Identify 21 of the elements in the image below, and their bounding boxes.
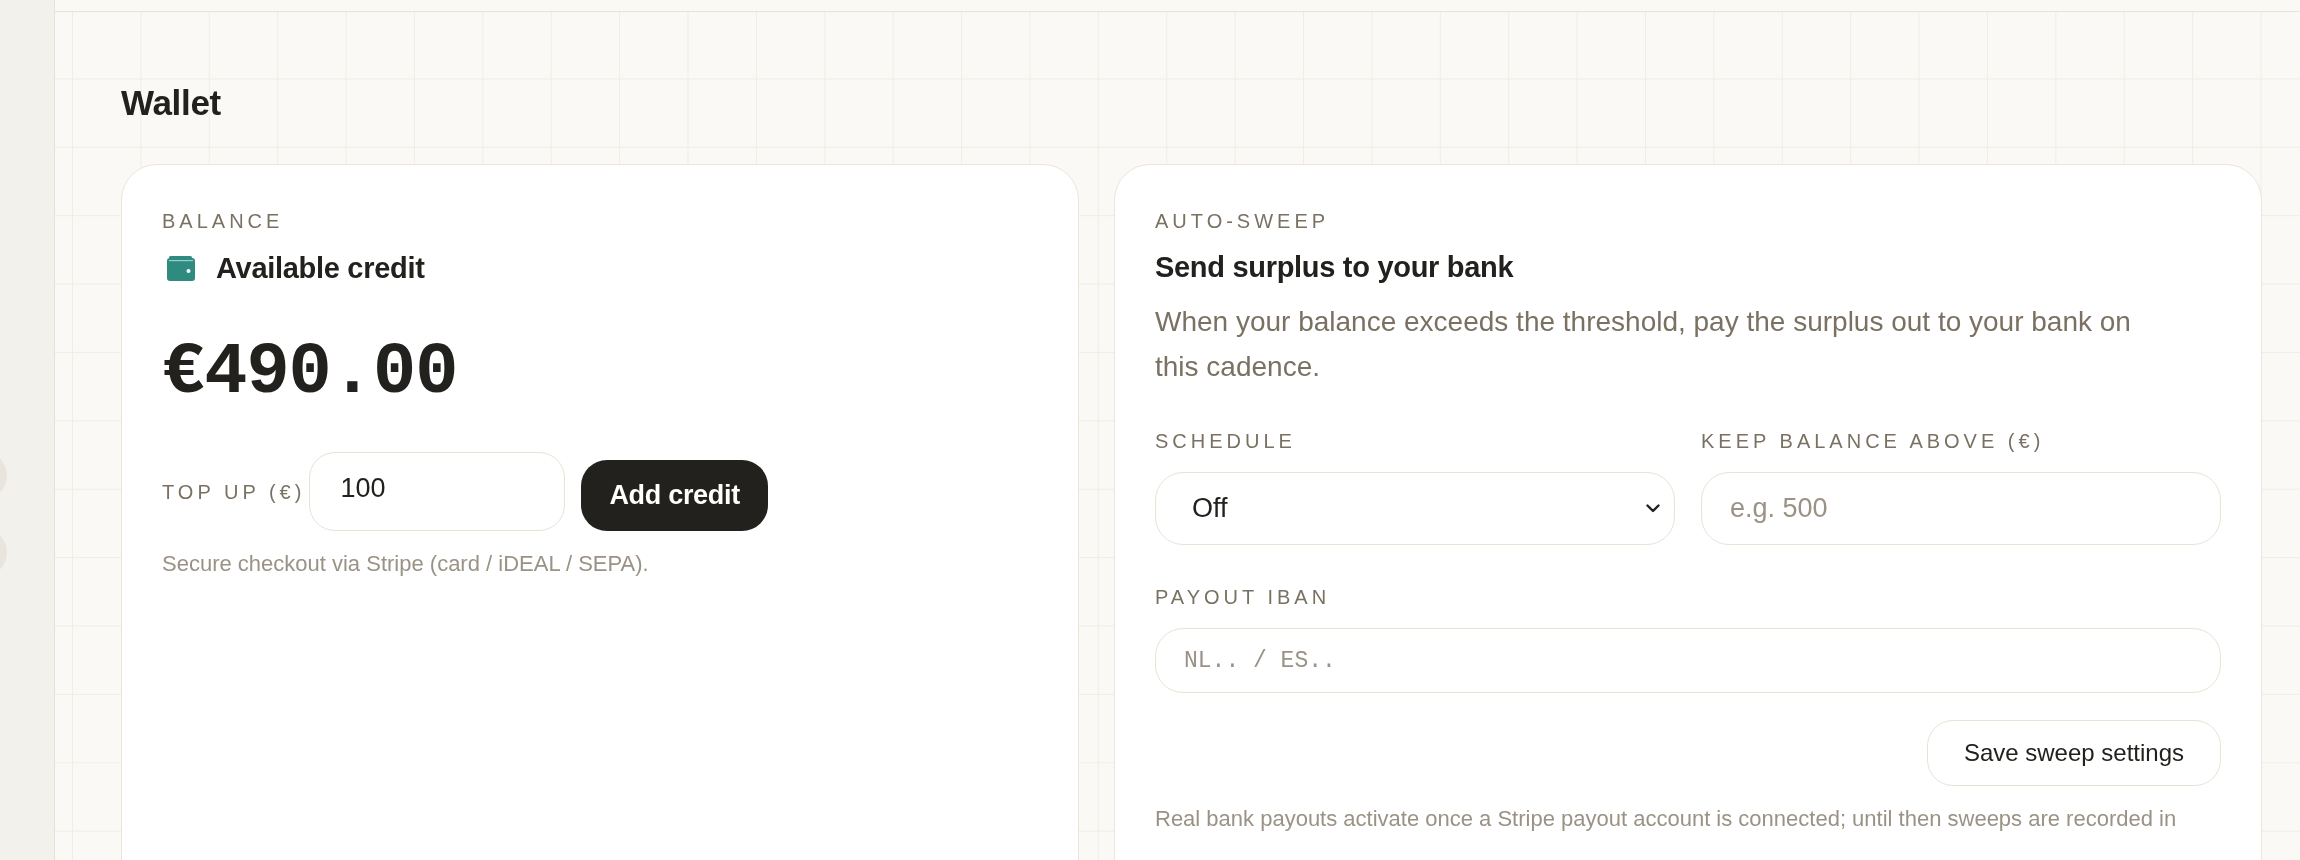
section-label: AUTO-SWEEP xyxy=(1155,209,1331,233)
card-title: Send surplus to your bank xyxy=(1155,250,1515,285)
text-field[interactable]: e.g. 500 xyxy=(1701,472,2221,545)
field-label: SCHEDULE xyxy=(1155,429,1297,453)
chevron-down-icon xyxy=(1646,504,1660,513)
field-label: TOP UP (€) xyxy=(162,479,306,504)
balance-amount: €490.00 xyxy=(162,333,459,413)
wallet-icon xyxy=(167,255,195,281)
add-credit-button[interactable]: Add credit xyxy=(581,460,768,531)
field-label: KEEP BALANCE ABOVE (€) xyxy=(1701,429,2046,453)
select-field[interactable]: Off xyxy=(1155,472,1675,545)
section-label: BALANCE xyxy=(162,209,285,233)
amount-field[interactable]: 100 xyxy=(309,452,566,531)
page-title: Wallet xyxy=(121,82,222,124)
note-text: Real bank payouts activate once a Stripe payout account is connected; until then sweeps are recorded in xyxy=(1155,806,2178,832)
note-text: Secure checkout via Stripe (card / iDEAL / SEPA). xyxy=(162,551,650,577)
card-title: Available credit xyxy=(216,251,425,286)
save-button[interactable]: Save sweep settings xyxy=(1926,720,2221,786)
field-label: PAYOUT IBAN xyxy=(1155,585,1332,609)
description-text: When your balance exceeds the threshold, pay the surplus out to your bank on this cadence. xyxy=(1155,305,2132,384)
text-field[interactable]: NL.. / ES.. xyxy=(1155,628,2221,693)
